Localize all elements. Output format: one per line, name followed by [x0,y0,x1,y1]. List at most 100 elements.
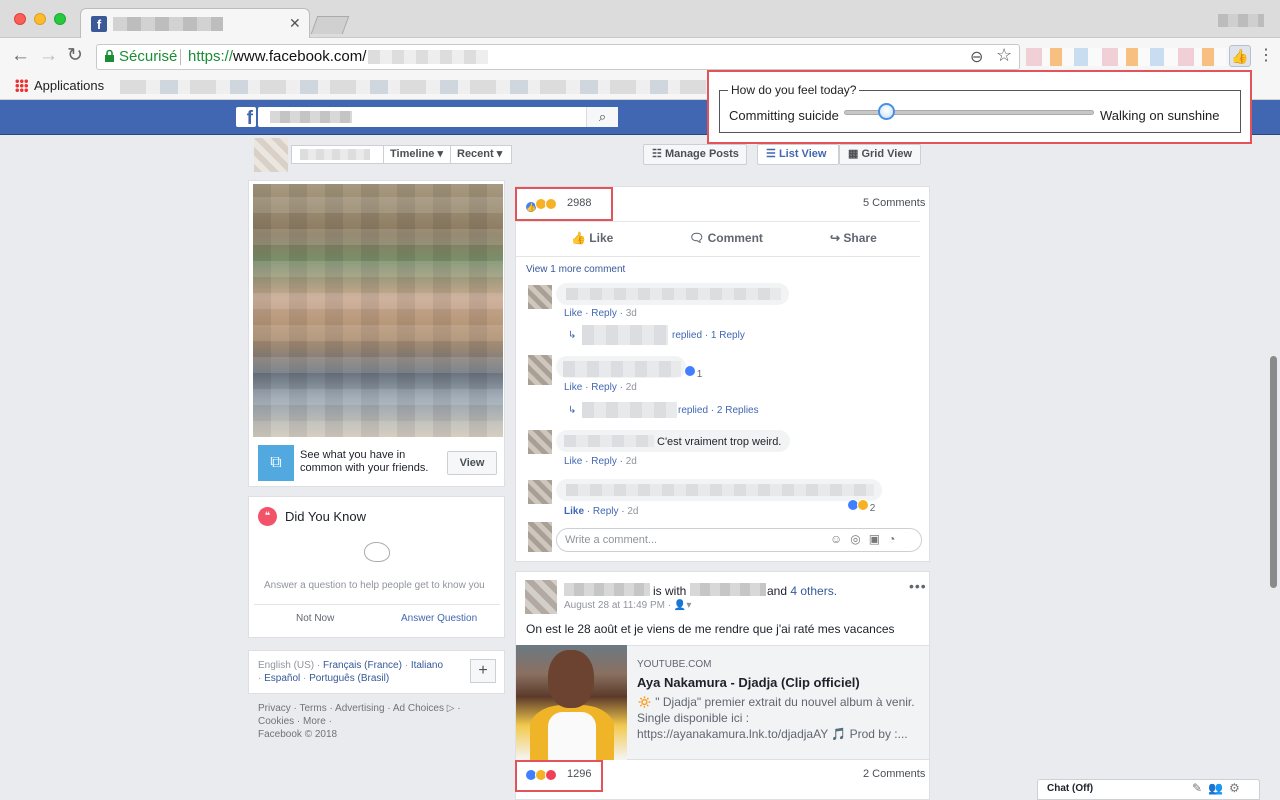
avatar[interactable] [528,355,552,385]
language-fr[interactable]: Français (France) [323,660,402,671]
not-now-button[interactable]: Not Now [296,613,334,624]
others-link[interactable]: 4 others. [790,584,837,598]
back-icon[interactable]: ← [11,46,30,66]
new-tab-button[interactable] [310,16,350,34]
scrollbar[interactable] [1270,356,1277,588]
link-title[interactable]: Aya Nakamura - Djadja (Clip officiel) [637,675,860,690]
answer-question-button[interactable]: Answer Question [401,613,477,624]
forward-icon[interactable]: → [39,46,58,66]
close-window-button[interactable] [14,13,26,25]
language-sep: · [300,673,310,684]
extensions-redacted[interactable] [1026,48,1226,66]
chat-label[interactable]: Chat (Off) [1047,783,1093,794]
avatar[interactable] [525,580,557,614]
comment-time: 2d [625,456,637,467]
list-view-button[interactable]: ☰ List View [757,144,839,165]
comment-like-link[interactable]: Like [564,382,582,393]
comments-count[interactable]: 2 Comments [863,768,925,780]
tagged-others: and 4 others. [767,584,837,598]
timeline-dropdown[interactable]: Timeline ▾ [383,145,450,164]
language-sep: · [401,660,411,671]
comment-reply-link[interactable]: Reply [591,382,617,393]
photo-grid-overlay [253,184,503,437]
comment-like-link[interactable]: Like [564,506,584,517]
footer-line-1[interactable]: Privacy · Terms · Advertising · Ad Choic… [258,702,498,715]
audience-icon[interactable]: 👤▾ [674,600,691,611]
list-icon: ☰ [766,148,776,160]
apps-icon[interactable] [15,79,28,92]
avatar[interactable] [528,430,552,454]
view-button[interactable]: View [447,451,497,475]
comment-placeholder: Write a comment... [565,534,658,546]
compose-icon[interactable]: ✎ [1192,781,1208,795]
comment-button[interactable]: 🗨 Comment [689,231,763,245]
facebook-logo-icon[interactable]: f [236,107,256,129]
avatar[interactable] [528,480,552,504]
comment-reactions[interactable]: 1 [684,365,702,380]
mood-slider-thumb[interactable] [878,103,895,120]
reply-arrow-icon: ↳ [568,330,577,341]
reload-icon[interactable]: ↻ [67,46,83,66]
url-text[interactable]: https://www.facebook.com/ [188,48,366,65]
like-button[interactable]: 👍 Like [571,231,613,245]
avatar[interactable] [254,138,288,172]
comment-meta: Like · Reply · 3d [564,308,637,319]
maximize-window-button[interactable] [54,13,66,25]
camera-icon[interactable]: ◎ [850,532,868,546]
comments-count[interactable]: 5 Comments [863,197,925,209]
search-icon[interactable]: ⌕ [586,107,618,127]
avatar[interactable] [528,285,552,309]
bookmarks-redacted[interactable] [120,80,710,94]
comment-reply-link[interactable]: Reply [593,506,619,517]
comment-reply-link[interactable]: Reply [591,456,617,467]
sticker-icon[interactable]: ◔ [888,532,903,546]
comment-like-link[interactable]: Like [564,456,582,467]
gif-icon[interactable]: ▣ [869,532,888,546]
share-label: Share [843,231,877,245]
settings-icon[interactable]: ⚙ [1229,781,1246,795]
zoom-icon[interactable]: ⊖ [970,47,983,67]
replies-link[interactable]: replied · 2 Replies [678,405,759,416]
language-it[interactable]: Italiano [411,660,443,671]
more-options-icon[interactable]: ••• [909,578,927,594]
comment-icon: 🗨 [689,231,705,245]
author-name-redacted[interactable] [564,583,650,596]
comment-time: 3d [625,308,637,319]
reply-author-redacted [582,325,668,345]
manage-posts-button[interactable]: ☷ Manage Posts [643,144,747,165]
footer-line-2[interactable]: Cookies · More · [258,715,498,728]
recent-dropdown[interactable]: Recent ▾ [450,145,512,164]
manage-posts-icon: ☷ [652,148,662,160]
replies-link[interactable]: replied · 1 Reply [672,330,745,341]
more-languages-button[interactable]: + [470,659,496,683]
bookmark-applications[interactable]: Applications [34,78,104,93]
comment-reply-link[interactable]: Reply [591,308,617,319]
language-pt[interactable]: Português (Brasil) [309,673,389,684]
profile-button[interactable] [1218,14,1264,27]
comment-tools: ☺◎▣◔ [830,532,903,546]
grid-view-button[interactable]: ▦ Grid View [839,144,921,165]
comment-like-link[interactable]: Like [564,308,582,319]
url-path-redacted [368,50,488,64]
timeline-label: Timeline [390,148,435,160]
menu-icon[interactable]: ⋮ [1258,45,1274,65]
comment-reactions[interactable]: 2 [847,499,875,514]
url-prefix: https:// [188,48,234,65]
close-icon[interactable]: ✕ [289,15,301,32]
mood-question: How do you feel today? [728,83,860,97]
search-value-redacted [270,111,352,123]
share-button[interactable]: ↪ Share [830,231,877,245]
emoji-icon[interactable]: ☺ [830,532,850,546]
like-reaction-icon [684,365,696,377]
tagged-name-redacted[interactable] [690,583,766,596]
minimize-window-button[interactable] [34,13,46,25]
post-date-text[interactable]: August 28 at 11:49 PM · [564,600,674,611]
view-more-comments-link[interactable]: View 1 more comment [526,264,625,275]
thumbs-up-extension-icon[interactable]: 👍 [1229,45,1251,67]
browser-tab[interactable]: f ✕ [80,8,310,39]
star-icon[interactable]: ☆ [996,45,1012,66]
group-icon[interactable]: 👥 [1208,781,1229,795]
cloud-icon [364,542,390,562]
comment-meta: Like · Reply · 2d [564,506,639,517]
language-es[interactable]: Español [264,673,300,684]
